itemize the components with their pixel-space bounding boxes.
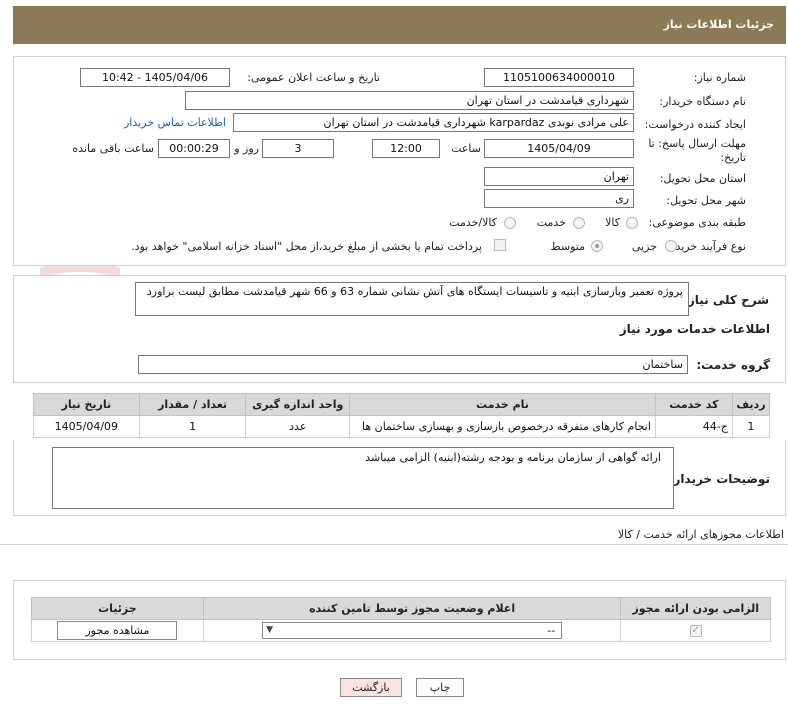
cell-service-name: انجام کارهای متفرقه درخصوص بازسازی و بهس… [349,415,656,438]
province-field: تهران [484,167,634,186]
buyer-notes-label: توضیحات خریدار: [668,472,770,486]
permit-status-select[interactable]: -- ▼ [262,622,563,639]
need-number-label: شماره نیاز: [693,71,746,84]
table-row: 1 ج-44 انجام کارهای متفرقه درخصوص بازساز… [33,415,771,438]
services-table: ردیف کد خدمت نام خدمت واحد اندازه گیری ت… [33,393,771,438]
permit-required-checkbox: ✓ [689,624,702,637]
col-service-code: کد خدمت [654,393,733,416]
col-quantity: تعداد / مقدار [138,393,247,416]
remaining-label: ساعت باقی مانده [72,142,154,155]
announce-date-field: 1405/04/06 - 10:42 [80,68,230,87]
buyer-org-field: شهرداری قیامدشت در استان تهران [185,91,634,110]
col-permit-required: الزامی بودن ارائه مجوز [620,597,771,620]
cell-need-date: 1405/04/09 [33,415,140,438]
remaining-days-field: 3 [262,139,334,158]
page-title: جزئیات اطلاعات نیاز [663,18,775,31]
process-option-minor: جزیی [631,240,657,253]
creator-label: ایجاد کننده درخواست: [644,118,746,131]
description-text: پروژه تعمیر وبازسازی ابنیه و تاسیسات ایس… [135,282,689,316]
category-option-goods: کالا [605,216,620,229]
creator-field: علی مرادی نوبدی karpardaz شهرداری قیامدش… [233,113,634,132]
page-header: جزئیات اطلاعات نیاز [13,6,786,44]
deadline-date-field: 1405/04/09 [484,139,634,158]
permit-status-value: -- [547,624,556,637]
back-button[interactable]: بازگشت [340,678,402,697]
info-panel [13,56,786,266]
permits-table: الزامی بودن ارائه مجوز اعلام وضعیت مجوز … [31,597,771,642]
announce-date-label: تاریخ و ساعت اعلان عمومی: [247,71,380,84]
services-table-header: ردیف کد خدمت نام خدمت واحد اندازه گیری ت… [33,393,771,416]
cell-unit: عدد [245,415,351,438]
category-radio-goods-service[interactable] [504,217,516,229]
category-radio-service[interactable] [573,217,585,229]
cell-permit-required: ✓ [620,619,771,642]
process-radio-minor[interactable] [665,240,677,252]
process-option-medium: متوسط [550,240,585,253]
deadline-time-label: ساعت [451,142,481,155]
table-row: ✓ -- ▼ مشاهده مجوز [31,619,771,642]
deadline-label-date: تاریخ: [720,151,746,164]
buyer-contact-link[interactable]: اطلاعات تماس خریدار [124,116,226,129]
col-row-number: ردیف [731,393,771,416]
process-label: نوع فرآیند خرید : [668,240,746,253]
chevron-down-icon: ▼ [266,625,274,635]
deadline-label: مهلت ارسال پاسخ: تا [648,137,746,150]
cell-row-number: 1 [731,415,771,438]
view-permit-button[interactable]: مشاهده مجوز [57,621,178,640]
remaining-time-field: 00:00:29 [158,139,230,158]
permits-table-header: الزامی بودن ارائه مجوز اعلام وضعیت مجوز … [31,597,771,620]
cell-permit-details: مشاهده مجوز [31,619,204,642]
permits-section-title: اطلاعات مجوزهای ارائه خدمت / کالا [617,528,784,541]
days-label: روز و [234,142,259,155]
cell-service-code: ج-44 [654,415,733,438]
category-option-service: خدمت [536,216,566,229]
city-label: شهر محل تحویل: [666,194,746,207]
treasury-note: پرداخت تمام یا بخشی از مبلغ خرید،از محل … [131,240,482,253]
description-label: شرح کلی نیاز: [683,293,769,307]
col-need-date: تاریخ نیاز [33,393,140,416]
category-option-goods-service: کالا/خدمت [449,216,497,229]
col-unit: واحد اندازه گیری [245,393,351,416]
cell-permit-status: -- ▼ [202,619,622,642]
col-permit-status: اعلام وضعیت مجوز توسط تامین کننده [202,597,622,620]
need-number-field: 1105100634000010 [484,68,634,87]
col-permit-details: جزئیات [31,597,204,620]
buyer-org-label: نام دستگاه خریدار: [659,95,746,108]
service-group-field: ساختمان [138,355,688,374]
services-section-title: اطلاعات خدمات مورد نیاز [619,322,770,336]
permits-divider [0,544,788,545]
deadline-time-field: 12:00 [372,139,440,158]
category-radio-goods[interactable] [626,217,638,229]
province-label: استان محل تحویل: [659,172,746,185]
city-field: ری [484,189,634,208]
process-radio-medium[interactable] [591,240,603,252]
cell-quantity: 1 [138,415,247,438]
category-label: طبقه بندی موضوعی: [648,216,746,229]
treasury-checkbox[interactable] [494,239,506,251]
print-button[interactable]: چاپ [416,678,464,697]
buyer-notes-text: ارائه گواهی از سازمان برنامه و بودجه رشت… [52,447,674,509]
service-group-label: گروه خدمت: [696,358,770,372]
col-service-name: نام خدمت [349,393,656,416]
